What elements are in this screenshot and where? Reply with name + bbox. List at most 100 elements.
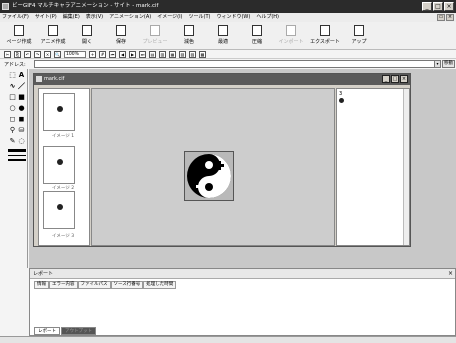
zoom-in-icon[interactable]: + — [89, 50, 96, 58]
toolbar-label: エクスポート — [310, 39, 340, 45]
report-tabs: レポート アウトプット — [34, 327, 96, 335]
toolbar-button[interactable]: エクスポート — [310, 22, 340, 48]
report-column-header[interactable]: エラー内容 — [49, 281, 78, 289]
rect-outline-icon[interactable]: □ — [8, 93, 17, 101]
close-button[interactable]: × — [444, 2, 454, 11]
line-tool-icon[interactable]: ／ — [17, 82, 26, 90]
toolbar-button[interactable]: アニメ作成 — [38, 22, 68, 48]
main-toolbar: ページ作成 アニメ作成 開く 保存 プレビュー 減色 最適 圧縮 インポート エクスポート アップ — [0, 22, 456, 50]
delete-icon[interactable]: × — [44, 50, 51, 58]
menu-item[interactable]: 編集(E) — [63, 13, 80, 22]
toolbar-button[interactable]: 開く — [72, 22, 102, 48]
frame-thumbnail-2[interactable] — [43, 146, 75, 184]
copy-icon[interactable]: ⎘ — [14, 50, 21, 58]
panel-scrollbar[interactable] — [403, 89, 409, 245]
address-bar: アドレス: ▾ 移動 — [0, 59, 456, 69]
toolbar-label: アップ — [351, 39, 367, 45]
rotate-icon[interactable]: ▩ — [199, 50, 206, 58]
toolbar-button[interactable]: インポート — [276, 22, 306, 48]
frame-thumbnail-3[interactable] — [43, 191, 75, 229]
toolbar-button[interactable]: 圧縮 — [242, 22, 272, 48]
poly-fill-icon[interactable]: ◼ — [17, 115, 26, 123]
menu-item[interactable]: ウィンドウ(W) — [216, 13, 250, 22]
line-width-medium[interactable] — [8, 159, 26, 161]
image-stage[interactable] — [184, 151, 234, 201]
menu-item[interactable]: 表示(V) — [86, 13, 103, 22]
toolbar-button[interactable]: プレビュー — [140, 22, 170, 48]
open-icon — [82, 25, 92, 36]
report-tab[interactable]: アウトプット — [61, 327, 96, 335]
go-button[interactable]: 移動 — [442, 60, 455, 68]
maximize-button[interactable]: □ — [433, 2, 443, 11]
menu-item[interactable]: ツール(T) — [189, 13, 211, 22]
report-column-header[interactable]: 情報 — [34, 281, 49, 289]
menu-item[interactable]: ヘルプ(H) — [256, 13, 279, 22]
undo-icon[interactable]: ↶ — [24, 50, 31, 58]
frame-first-icon[interactable]: ⏮ — [109, 50, 116, 58]
secondary-toolbar: ✂ ⎘ ↶ ↷ × 🔍 100% + # ⏮ ◀ ▶ ⏭ ▤ ▥ ▦ ▧ ▨ ▩ — [0, 50, 456, 59]
align-right-icon[interactable]: ▦ — [169, 50, 176, 58]
align-left-icon[interactable]: ▤ — [149, 50, 156, 58]
frame-prev-icon[interactable]: ◀ — [119, 50, 126, 58]
report-panel: レポート × 情報 エラー内容 ファイルパス ソース行番号 処理した時間 レポート アウト… — [29, 268, 456, 336]
text-tool-icon[interactable]: A — [17, 71, 26, 79]
menu-item[interactable]: イメージ(I) — [157, 13, 182, 22]
magnify-icon[interactable]: 🔍 — [54, 50, 61, 58]
toolbar-label: ページ作成 — [6, 39, 32, 45]
doc-close-button[interactable]: × — [446, 14, 454, 21]
report-tab[interactable]: レポート — [34, 327, 60, 335]
fill-bucket-icon[interactable]: ⛁ — [17, 126, 26, 134]
report-column-header[interactable]: 処理した時間 — [143, 281, 177, 289]
child-maximize-button[interactable]: □ — [391, 75, 399, 83]
menu-item[interactable]: ファイル(F) — [2, 13, 29, 22]
child-close-button[interactable]: × — [400, 75, 408, 83]
preview-icon — [150, 25, 160, 36]
eraser-tool-icon[interactable]: ◌ — [17, 137, 26, 145]
toolbar-button[interactable]: ページ作成 — [4, 22, 34, 48]
toolbar-button[interactable]: 減色 — [174, 22, 204, 48]
title-bar: ビーGIF4 マルチキャラアニメーション - サイト - mark.cif _ … — [0, 0, 456, 13]
curve-tool-icon[interactable]: ∿ — [8, 82, 17, 90]
doc-restore-button[interactable]: ▭ — [437, 14, 445, 21]
edit-canvas[interactable] — [91, 88, 335, 246]
ellipse-fill-icon[interactable]: ● — [17, 104, 26, 112]
frame-play-icon[interactable]: ▶ — [129, 50, 136, 58]
ellipse-outline-icon[interactable]: ○ — [8, 104, 17, 112]
flip-icon[interactable]: ▨ — [189, 50, 196, 58]
cut-icon[interactable]: ✂ — [4, 50, 11, 58]
line-width-thin[interactable] — [8, 155, 26, 156]
report-close-icon[interactable]: × — [448, 270, 453, 278]
menu-item[interactable]: アニメーション(A) — [109, 13, 151, 22]
rect-fill-icon[interactable]: ■ — [17, 93, 26, 101]
compress-icon — [252, 25, 262, 36]
toolbar-button[interactable]: 保存 — [106, 22, 136, 48]
page-icon — [14, 25, 24, 36]
image-window-title: mark.cif — [44, 76, 65, 82]
line-width-thick[interactable] — [8, 149, 26, 152]
pencil-tool-icon[interactable]: ✎ — [8, 137, 17, 145]
zoom-select[interactable]: 100% — [64, 50, 86, 58]
grid-icon[interactable]: # — [99, 50, 106, 58]
toolbar-button[interactable]: 最適 — [208, 22, 238, 48]
eyedropper-icon[interactable]: ⚲ — [8, 126, 17, 134]
frame-next-icon[interactable]: ⏭ — [139, 50, 146, 58]
image-window-titlebar[interactable]: mark.cif _ □ × — [34, 74, 410, 85]
select-tool-icon[interactable]: ⬚ — [8, 71, 17, 79]
minimize-button[interactable]: _ — [422, 2, 432, 11]
report-column-header[interactable]: ソース行番号 — [110, 281, 144, 289]
redo-icon[interactable]: ↷ — [34, 50, 41, 58]
status-bar — [0, 336, 456, 343]
toolbar-button[interactable]: アップ — [344, 22, 374, 48]
export-icon — [320, 25, 330, 36]
child-minimize-button[interactable]: _ — [382, 75, 390, 83]
report-column-header[interactable]: ファイルパス — [77, 281, 111, 289]
address-input[interactable] — [34, 60, 439, 68]
address-dropdown-icon[interactable]: ▾ — [434, 60, 441, 68]
poly-outline-icon[interactable]: ◻ — [8, 115, 17, 123]
layer-icon[interactable]: ▧ — [179, 50, 186, 58]
align-center-icon[interactable]: ▥ — [159, 50, 166, 58]
frame-item-icon[interactable] — [339, 98, 344, 103]
toolbar-label: プレビュー — [142, 39, 168, 45]
menu-item[interactable]: サイト(P) — [35, 13, 57, 22]
frame-thumbnail-1[interactable] — [43, 93, 75, 131]
